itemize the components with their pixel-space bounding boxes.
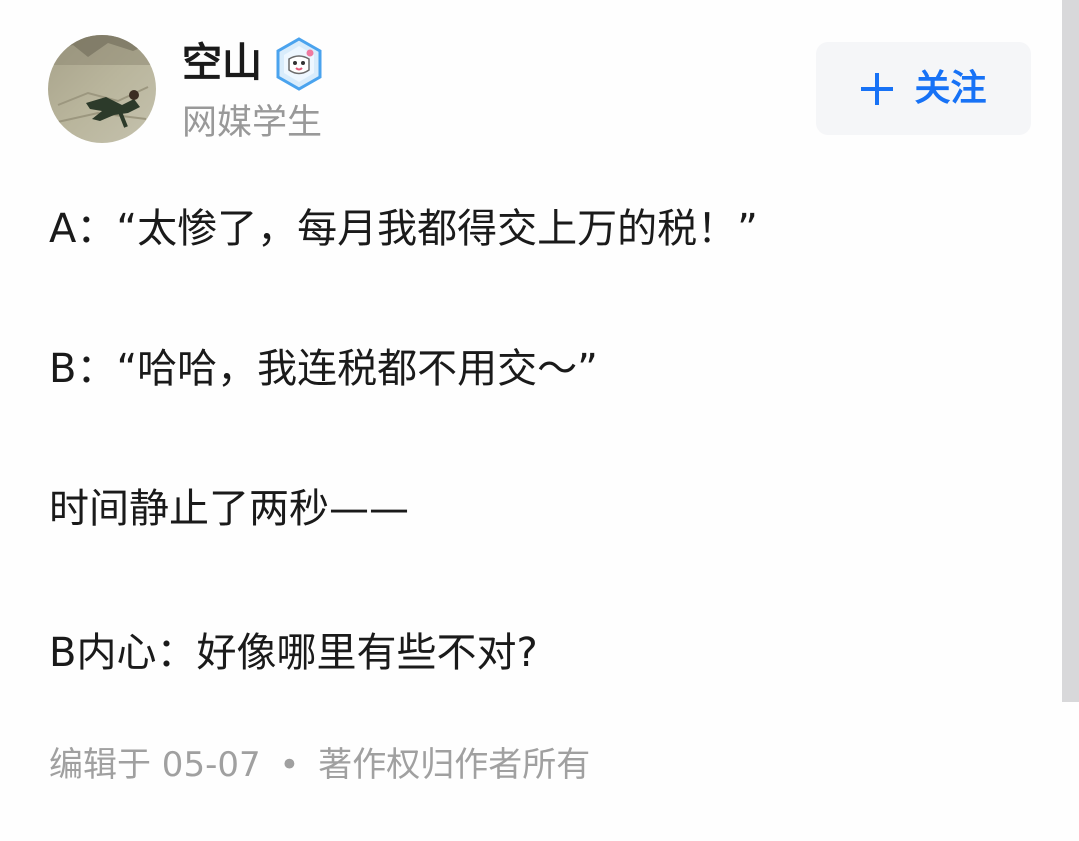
author-avatar[interactable] xyxy=(48,35,156,143)
verified-badge-icon xyxy=(272,37,326,91)
author-bio: 网媒学生 xyxy=(182,103,323,143)
edit-date: 编辑于 05-07 xyxy=(49,745,261,785)
content-line: A：“太惨了，每月我都得交上万的税！” xyxy=(49,206,758,252)
follow-button[interactable]: 关注 xyxy=(816,42,1031,135)
follow-label: 关注 xyxy=(914,67,987,109)
scrollbar[interactable] xyxy=(1062,0,1079,702)
copyright-notice: 著作权归作者所有 xyxy=(318,745,591,785)
post-meta: 编辑于 05-07 • 著作权归作者所有 xyxy=(49,743,590,787)
content-line: 时间静止了两秒—— xyxy=(49,486,409,532)
avatar-image xyxy=(48,35,156,143)
meta-separator: • xyxy=(279,745,300,785)
content-line: B内心：好像哪里有些不对? xyxy=(49,630,538,676)
content-line: B：“哈哈，我连税都不用交～” xyxy=(49,346,598,392)
author-name[interactable]: 空山 xyxy=(182,37,262,89)
plus-icon xyxy=(861,72,894,105)
